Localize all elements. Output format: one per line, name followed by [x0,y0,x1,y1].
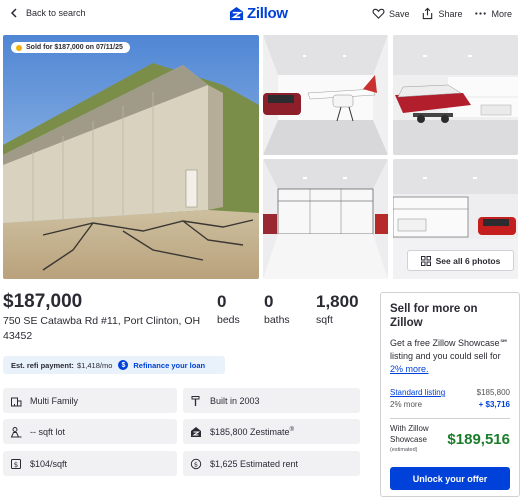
refi-banner: Est. refi payment: $1,418/mo $ Refinance… [3,356,225,374]
listing-price: $187,000 [3,291,83,312]
sell-card-title: Sell for more on Zillow [390,303,478,329]
more-button[interactable]: More [474,7,512,20]
sold-badge: Sold for $187,000 on 07/11/25 [11,42,130,53]
building-icon [11,397,22,406]
baths-label: baths [264,314,290,326]
grid-icon [420,255,431,266]
logo-text: Zillow [247,5,288,22]
header-actions: Save Share More [372,7,512,20]
refi-amount: $1,418/mo [76,360,113,370]
top-bar: Back to search Zillow Save Share More [0,0,522,30]
showcase-label: With Zillow Showcase [390,424,429,444]
svg-text:$: $ [14,461,18,469]
photo-thumbnail[interactable] [263,35,388,155]
hangar-doors-image [263,159,388,279]
baths-count: 0 [264,292,274,311]
sell-for-more-card: Sell for more on Zillow Get a free Zillo… [380,292,520,497]
standard-listing-value: $185,800 [476,388,510,397]
heart-icon [372,8,385,19]
more-label: More [491,8,512,19]
more-dots-icon [475,12,487,15]
share-label: Share [438,8,463,19]
card-divider [390,418,510,419]
sqft-stat: 1,800 sqft [316,292,359,326]
showcase-value: $189,516 [447,431,510,448]
price-tag-icon: $ [11,458,21,469]
share-icon [423,7,433,20]
fact-home-type-text: Multi Family [30,395,79,406]
listing-address: 750 SE Catawba Rd #11, Port Clinton, OH … [3,315,201,342]
sold-badge-text: Sold for $187,000 on 07/11/25 [26,44,123,51]
rent-icon: $ [190,458,202,469]
photo-thumbnail[interactable] [393,35,518,155]
fact-year-built-text: Built in 2003 [210,395,260,406]
fact-zestimate-text: $185,800 Zestimate® [210,427,294,437]
save-label: Save [388,8,410,19]
showcase-estimated-note: (estimated) [390,447,418,453]
beds-label: beds [217,314,240,326]
refinance-link[interactable]: Refinance your loan [133,361,205,370]
refi-label: Est. refi payment: [11,360,74,370]
chevron-left-icon [10,8,17,18]
share-button[interactable]: Share [421,7,462,20]
fact-estimated-rent-text: $1,625 Estimated rent [210,458,299,469]
fact-lot-size-text: -- sqft lot [30,426,66,437]
standard-listing-compare: Standard listing $185,800 2% more + $3,7… [390,388,510,409]
beds-count: 0 [217,292,227,311]
zillow-logo-icon [229,6,244,21]
save-button[interactable]: Save [372,7,410,20]
more-percent-label: 2% more [390,400,423,409]
hangar-exterior-image [3,35,259,279]
fact-lot-size: -- sqft lot [3,419,177,444]
sell-card-desc-text: Get a free Zillow Showcase℠ listing and … [390,338,509,361]
fact-estimated-rent[interactable]: $ $1,625 Estimated rent [183,451,360,476]
baths-stat: 0 baths [264,292,290,326]
back-to-search-link[interactable]: Back to search [8,7,86,19]
registered-mark: ® [289,426,294,433]
fact-home-type: Multi Family [3,388,177,413]
hangar-interior-image [263,35,388,155]
fact-price-per-sqft-text: $104/sqft [30,458,68,469]
more-percent-value: + $3,716 [478,400,510,409]
svg-text:$: $ [194,460,198,468]
fact-year-built: Built in 2003 [183,388,360,413]
zestimate-value: $185,800 Zestimate [210,426,290,437]
main-photo[interactable]: Sold for $187,000 on 07/11/25 [3,35,259,279]
hammer-icon [191,395,200,406]
boat-interior-image [393,35,518,155]
fact-zestimate[interactable]: $185,800 Zestimate® [183,419,360,444]
see-all-label: See all 6 photos [435,255,501,266]
photo-thumbnail[interactable] [263,159,388,279]
sqft-label: sqft [316,314,333,326]
sold-status-dot-icon [16,44,22,51]
beds-stat: 0 beds [217,292,240,326]
lot-icon [10,426,22,437]
sell-card-description: Get a free Zillow Showcase℠ listing and … [390,337,510,376]
two-percent-more-link[interactable]: 2% more. [390,364,429,374]
showcase-estimate: With Zillow Showcase (estimated) $189,51… [390,423,510,456]
fact-price-per-sqft: $ $104/sqft [3,451,177,476]
standard-listing-link[interactable]: Standard listing [390,388,445,397]
dollar-icon: $ [118,360,129,370]
zillow-logo[interactable]: Zillow [229,5,288,22]
see-all-photos-button[interactable]: See all 6 photos [407,250,514,271]
back-label: Back to search [26,8,86,18]
unlock-offer-button[interactable]: Unlock your offer [390,467,510,490]
photo-gallery: Sold for $187,000 on 07/11/25 See all 6 … [3,35,518,279]
zillow-home-icon [191,426,201,437]
showcase-label-block: With Zillow Showcase (estimated) [390,423,447,456]
sqft-count: 1,800 [316,292,359,311]
